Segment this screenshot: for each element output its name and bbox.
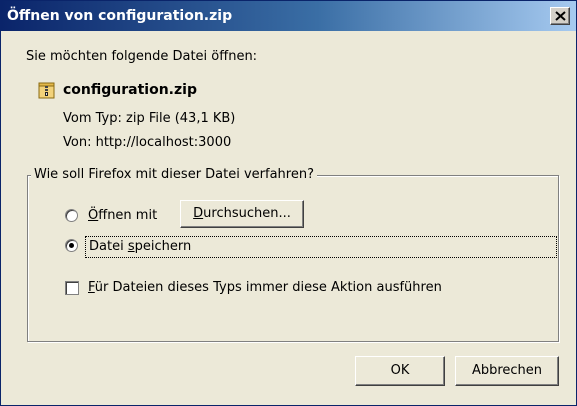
- cancel-button[interactable]: Abbrechen: [455, 356, 559, 386]
- save-file-text-rest: peichern: [134, 239, 192, 254]
- save-file-accesskey: s: [127, 239, 135, 254]
- ok-button[interactable]: OK: [355, 356, 445, 386]
- action-group-legend: Wie soll Firefox mit dieser Datei verfah…: [31, 167, 317, 182]
- always-accesskey: F: [88, 280, 95, 295]
- browse-text: urchsuchen...: [203, 206, 291, 221]
- file-name: configuration.zip: [63, 82, 197, 98]
- open-with-radio[interactable]: [65, 209, 78, 222]
- always-text: ür Dateien dieses Typs immer diese Aktio…: [94, 280, 442, 295]
- open-with-label[interactable]: Öffnen mit: [88, 208, 157, 223]
- file-type: Vom Typ: zip File (43,1 KB): [63, 111, 236, 126]
- close-button[interactable]: [550, 7, 570, 25]
- save-file-text-before: Datei: [89, 239, 128, 254]
- save-file-radio[interactable]: [65, 239, 78, 252]
- window-title: Öffnen von configuration.zip: [7, 8, 233, 24]
- save-file-label[interactable]: Datei speichern: [85, 236, 557, 258]
- open-file-dialog: Öffnen von configuration.zip Sie möchten…: [0, 0, 577, 406]
- title-bar[interactable]: Öffnen von configuration.zip: [1, 1, 576, 31]
- close-icon: [555, 11, 566, 21]
- always-do-this-checkbox[interactable]: [65, 281, 79, 295]
- browse-accesskey: D: [193, 206, 204, 221]
- open-with-accesskey: Ö: [88, 208, 99, 223]
- always-do-this-label[interactable]: Für Dateien dieses Typs immer diese Akti…: [88, 280, 442, 295]
- zip-archive-icon: [38, 82, 55, 99]
- file-source: Von: http://localhost:3000: [63, 135, 232, 150]
- dialog-intro-text: Sie möchten folgende Datei öffnen:: [26, 49, 258, 64]
- open-with-text: ffnen mit: [98, 208, 158, 223]
- radio-selected-dot: [69, 243, 74, 248]
- browse-button[interactable]: Durchsuchen...: [180, 200, 304, 228]
